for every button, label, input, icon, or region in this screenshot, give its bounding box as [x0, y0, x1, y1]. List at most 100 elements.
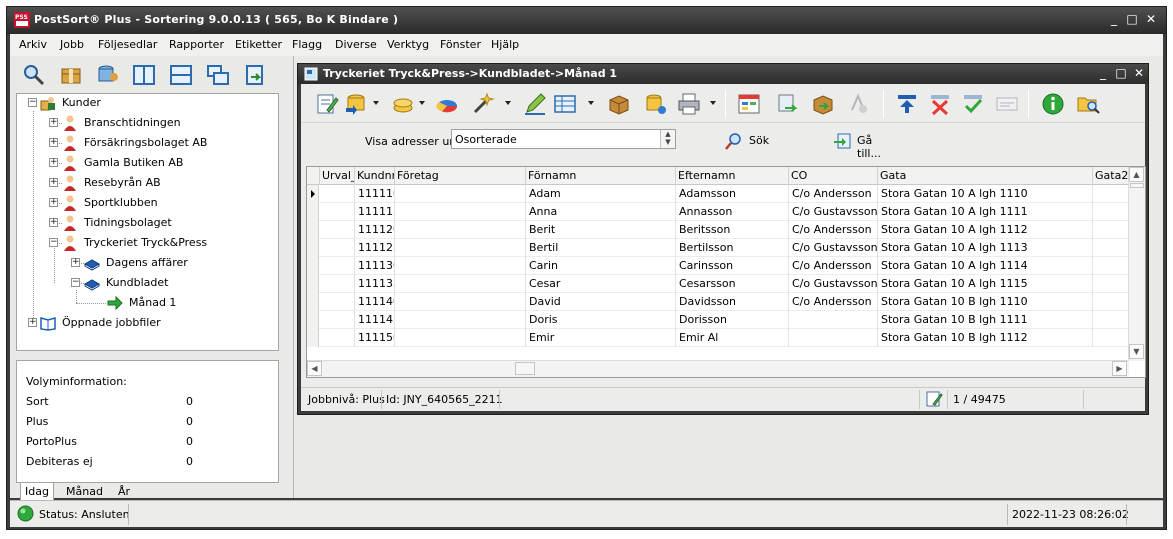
- row-selector[interactable]: [307, 185, 319, 203]
- menu-rapporter[interactable]: Rapporter: [169, 38, 224, 51]
- column-header-fornamn[interactable]: Förnamn: [526, 167, 676, 185]
- tree-root-collapse-toggle[interactable]: −: [28, 98, 37, 107]
- row-selector[interactable]: [307, 293, 319, 311]
- table-cell[interactable]: 111120: [355, 221, 395, 239]
- notepad-edit-icon[interactable]: [925, 390, 943, 408]
- printer-icon[interactable]: [677, 92, 701, 116]
- table-cell[interactable]: Stora Gatan 10 A lgh 1112: [878, 221, 1093, 239]
- table-cell[interactable]: David: [526, 293, 676, 311]
- tab-manad[interactable]: Månad: [62, 483, 107, 501]
- table-row[interactable]: 111110 AdamAdamssonC/o AnderssonStora Gat…: [307, 185, 1129, 203]
- table-cell[interactable]: [789, 311, 878, 329]
- table-cell[interactable]: Adamsson: [676, 185, 789, 203]
- title-bar[interactable]: PSS PostSort® Plus - Sortering 9.0.0.13 …: [7, 7, 1166, 34]
- report-grid-icon[interactable]: [737, 92, 761, 116]
- columns-layout-icon[interactable]: [132, 63, 156, 87]
- scroll-down-icon[interactable]: ▼: [1129, 344, 1144, 359]
- table-cell[interactable]: [1093, 221, 1129, 239]
- table-cell[interactable]: Adam: [526, 185, 676, 203]
- column-header-gata2[interactable]: Gata2: [1093, 167, 1129, 185]
- table-cell[interactable]: Stora Gatan 10 A lgh 1114: [878, 257, 1093, 275]
- table-cell[interactable]: Carinsson: [676, 257, 789, 275]
- column-header-gata[interactable]: Gata: [878, 167, 1093, 185]
- table-cell[interactable]: C/o Gustavsson: [789, 275, 878, 293]
- table-cell[interactable]: [395, 275, 526, 293]
- table-dropdown-arrow[interactable]: [588, 101, 594, 105]
- table-cell[interactable]: 111130: [355, 257, 395, 275]
- table-cell[interactable]: Berit: [526, 221, 676, 239]
- child-close-button[interactable]: ✕: [1132, 66, 1146, 80]
- database-export-icon[interactable]: [644, 92, 668, 116]
- table-cell[interactable]: [1093, 203, 1129, 221]
- table-cell[interactable]: C/o Gustavsson: [789, 203, 878, 221]
- table-row[interactable]: 111150 EmirEmir Al Stora Gatan 10 B lgh 11…: [307, 329, 1129, 347]
- table-cell[interactable]: [395, 293, 526, 311]
- select-spin-icon[interactable]: ▲ ▼: [660, 130, 675, 148]
- horizontal-scroll-thumb[interactable]: [515, 362, 535, 375]
- table-cell[interactable]: [789, 329, 878, 347]
- tab-ar[interactable]: År: [114, 483, 134, 501]
- menu-hjalp[interactable]: Hjälp: [491, 38, 519, 51]
- search-customer-icon[interactable]: [22, 63, 46, 87]
- table-cell[interactable]: [320, 275, 355, 293]
- table-cell[interactable]: Stora Gatan 10 A lgh 1111: [878, 203, 1093, 221]
- menu-foljesedlar[interactable]: Följesedlar: [98, 38, 157, 51]
- table-cell[interactable]: [395, 329, 526, 347]
- export-window-icon[interactable]: [243, 63, 267, 87]
- tree-expand-toggle[interactable]: +: [49, 138, 58, 147]
- box-icon[interactable]: [607, 92, 631, 116]
- table-cell[interactable]: [1093, 311, 1129, 329]
- info-icon[interactable]: [1041, 92, 1065, 116]
- menu-verktyg[interactable]: Verktyg: [387, 38, 429, 51]
- table-cell[interactable]: Cesar: [526, 275, 676, 293]
- table-row[interactable]: 111115 AnnaAnnassonC/o GustavssonStora Ga…: [307, 203, 1129, 221]
- table-cell[interactable]: 111135: [355, 275, 395, 293]
- scroll-left-icon[interactable]: ◀: [307, 361, 322, 376]
- grid-vertical-scrollbar[interactable]: ▲ ▼: [1128, 167, 1145, 361]
- edit-pencil-icon[interactable]: [523, 92, 547, 116]
- table-cell[interactable]: [320, 239, 355, 257]
- vertical-scroll-thumb[interactable]: [1130, 183, 1144, 188]
- table-cell[interactable]: [320, 185, 355, 203]
- table-row[interactable]: 111145 DorisDorisson Stora Gatan 10 B lgh …: [307, 311, 1129, 329]
- scale-disabled-icon[interactable]: [846, 92, 870, 116]
- table-cell[interactable]: Stora Gatan 10 B lgh 1111: [878, 311, 1093, 329]
- table-cell[interactable]: C/o Andersson: [789, 293, 878, 311]
- table-cell[interactable]: Stora Gatan 10 A lgh 1113: [878, 239, 1093, 257]
- row-selector[interactable]: [307, 221, 319, 239]
- table-cell[interactable]: [395, 185, 526, 203]
- menu-etiketter[interactable]: Etiketter: [235, 38, 282, 51]
- row-selector[interactable]: [307, 329, 319, 347]
- table-cell[interactable]: [1093, 257, 1129, 275]
- table-cell[interactable]: [320, 203, 355, 221]
- table-cell[interactable]: Dorisson: [676, 311, 789, 329]
- table-cell[interactable]: Davidsson: [676, 293, 789, 311]
- table-cell[interactable]: C/o Gustavsson: [789, 239, 878, 257]
- table-cell[interactable]: Anna: [526, 203, 676, 221]
- coins-icon[interactable]: [391, 92, 415, 116]
- table-cell[interactable]: [320, 293, 355, 311]
- table-row[interactable]: 111125 BertilBertilssonC/o GustavssonStor…: [307, 239, 1129, 257]
- table-cell[interactable]: Bertilsson: [676, 239, 789, 257]
- table-cell[interactable]: [1093, 293, 1129, 311]
- table-view-icon[interactable]: [553, 92, 577, 116]
- table-cell[interactable]: [395, 239, 526, 257]
- job-window-titlebar[interactable]: Tryckeriet Tryck&Press->Kundbladet->Måna…: [298, 64, 1148, 84]
- pie-chart-icon[interactable]: [435, 92, 459, 116]
- table-cell[interactable]: Stora Gatan 10 B lgh 1112: [878, 329, 1093, 347]
- table-cell[interactable]: 111125: [355, 239, 395, 257]
- row-selector[interactable]: [307, 203, 319, 221]
- column-header-co[interactable]: CO: [789, 167, 878, 185]
- table-cell[interactable]: [320, 329, 355, 347]
- child-minimize-button[interactable]: _: [1096, 66, 1110, 80]
- table-cell[interactable]: [395, 203, 526, 221]
- table-cell[interactable]: [1093, 275, 1129, 293]
- menu-fonster[interactable]: Fönster: [440, 38, 481, 51]
- table-cell[interactable]: [395, 257, 526, 275]
- table-cell[interactable]: [320, 311, 355, 329]
- table-cell[interactable]: C/o Andersson: [789, 185, 878, 203]
- table-cell[interactable]: Emir Al: [676, 329, 789, 347]
- table-cell[interactable]: [320, 221, 355, 239]
- column-header-foretag[interactable]: Företag: [395, 167, 526, 185]
- menu-arkiv[interactable]: Arkiv: [19, 38, 47, 51]
